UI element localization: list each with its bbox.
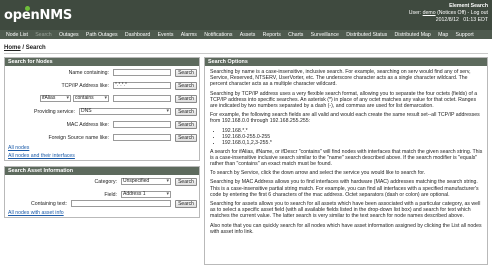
nav-assets[interactable]: Assets bbox=[240, 32, 256, 38]
breadcrumb-home-link[interactable]: Home bbox=[4, 45, 21, 51]
opennms-logo[interactable]: openNMS bbox=[4, 4, 72, 26]
asset-search-button[interactable]: Search bbox=[175, 200, 197, 208]
logo-dot-icon bbox=[25, 6, 30, 11]
name-label: Name containing: bbox=[68, 70, 109, 76]
search-options-body: Searching by name is a case-insensitive,… bbox=[205, 66, 487, 235]
page-title: Element Search bbox=[449, 3, 488, 9]
user-link[interactable]: demo bbox=[423, 10, 436, 16]
tcpip-search-button[interactable]: Search bbox=[175, 82, 197, 90]
foreign-source-label: Foreign Source name like: bbox=[48, 135, 109, 141]
nav-map[interactable]: Map bbox=[438, 32, 448, 38]
options-example-paragraph: For example, the following search fields… bbox=[210, 112, 480, 125]
service-label: Providing service: bbox=[34, 109, 75, 115]
service-search-button[interactable]: Search bbox=[175, 108, 197, 116]
options-assets-paragraph: Searching for assets allows you to searc… bbox=[210, 201, 481, 220]
nav-path-outages[interactable]: Path Outages bbox=[86, 32, 118, 38]
interface-attr-select[interactable]: ifAlias bbox=[40, 95, 71, 102]
options-name-paragraph: Searching by name is a case-insensitive,… bbox=[210, 69, 471, 88]
search-assets-panel: Search Asset Information Category: Unspe… bbox=[4, 166, 200, 218]
service-select[interactable]: DNS bbox=[79, 108, 171, 115]
breadcrumb-current: Search bbox=[25, 45, 46, 51]
name-input[interactable] bbox=[113, 69, 171, 76]
field-select[interactable]: Address 1 bbox=[121, 191, 171, 198]
datetime: 2012/8/12 01:13 EDT bbox=[435, 17, 488, 23]
nav-support[interactable]: Support bbox=[456, 32, 474, 38]
divider bbox=[4, 53, 488, 54]
containing-text-input[interactable] bbox=[71, 200, 171, 207]
tcpip-input[interactable]: *.*.*.* bbox=[113, 82, 171, 89]
category-label: Category: bbox=[94, 179, 118, 185]
logo-nms-text: NMS bbox=[39, 7, 73, 23]
all-nodes-interfaces-link[interactable]: All nodes and their interfaces bbox=[8, 153, 75, 159]
search-assets-title: Search Asset Information bbox=[5, 167, 199, 175]
options-ifalias-paragraph: A search for ifAlias, ifName, or ifDescr… bbox=[210, 148, 483, 168]
options-note-paragraph: Also note that you can quickly search fo… bbox=[210, 222, 482, 235]
notices-logout-link[interactable]: (Notices Off) - Log out bbox=[437, 10, 488, 16]
ip-examples-list: 192.168.*.* 192.168.0-255.0-255 192.168.… bbox=[222, 128, 483, 146]
top-header: openNMS Element Search User: demo (Notic… bbox=[0, 0, 492, 30]
containing-text-label: Containing text: bbox=[30, 201, 67, 207]
nav-alarms[interactable]: Alarms bbox=[181, 32, 197, 38]
match-mode-select[interactable]: contains bbox=[73, 95, 109, 102]
category-select[interactable]: Unspecified bbox=[121, 178, 171, 185]
tcpip-label: TCP/IP Address like: bbox=[61, 83, 109, 89]
nav-reports[interactable]: Reports bbox=[263, 32, 281, 38]
nav-dashboard[interactable]: Dashboard bbox=[125, 32, 150, 38]
main-nav: Node List Search Outages Path Outages Da… bbox=[0, 30, 492, 39]
search-options-panel: Search Options Searching by name is a ca… bbox=[204, 57, 488, 265]
field-label: Field: bbox=[104, 192, 117, 198]
header-info: Element Search User: demo (Notices Off) … bbox=[409, 3, 488, 24]
category-search-button[interactable]: Search bbox=[175, 178, 197, 186]
nav-distributed-status[interactable]: Distributed Status bbox=[346, 32, 387, 38]
nav-surveillance[interactable]: Surveillance bbox=[311, 32, 339, 38]
foreign-source-input[interactable] bbox=[113, 134, 171, 141]
options-mac-paragraph: Searching by MAC Address allows you to f… bbox=[210, 179, 479, 198]
foreign-source-search-button[interactable]: Search bbox=[175, 134, 197, 142]
nav-events[interactable]: Events bbox=[158, 32, 174, 38]
all-nodes-link[interactable]: All nodes bbox=[8, 145, 29, 151]
nav-node-list[interactable]: Node List bbox=[6, 32, 28, 38]
search-nodes-panel: Search for Nodes Name containing: Search… bbox=[4, 57, 200, 161]
logo-open-text: open bbox=[4, 7, 40, 23]
options-tcpip-paragraph: Searching by TCP/IP address uses a very … bbox=[210, 90, 478, 110]
interface-input[interactable] bbox=[113, 95, 171, 102]
user-line: User: demo (Notices Off) - Log out bbox=[408, 10, 488, 16]
search-nodes-title: Search for Nodes bbox=[5, 58, 199, 66]
mac-label: MAC Address like: bbox=[66, 122, 109, 128]
mac-input[interactable] bbox=[113, 121, 171, 128]
all-nodes-asset-link[interactable]: All nodes with asset info bbox=[8, 210, 64, 216]
ip-example: 192.168.0,1,2,3-255.* bbox=[222, 140, 483, 146]
mac-search-button[interactable]: Search bbox=[175, 121, 197, 129]
options-service-paragraph: To search by Service, click the down arr… bbox=[210, 170, 426, 177]
nav-charts[interactable]: Charts bbox=[288, 32, 303, 38]
nav-search[interactable]: Search bbox=[35, 32, 51, 38]
nav-distributed-map[interactable]: Distributed Map bbox=[394, 32, 430, 38]
name-search-button[interactable]: Search bbox=[175, 69, 197, 77]
nav-notifications[interactable]: Notifications bbox=[204, 32, 232, 38]
breadcrumb: Home / Search bbox=[4, 45, 46, 51]
interface-search-button[interactable]: Search bbox=[175, 95, 197, 103]
nav-outages[interactable]: Outages bbox=[59, 32, 79, 38]
search-options-title: Search Options bbox=[205, 58, 487, 66]
